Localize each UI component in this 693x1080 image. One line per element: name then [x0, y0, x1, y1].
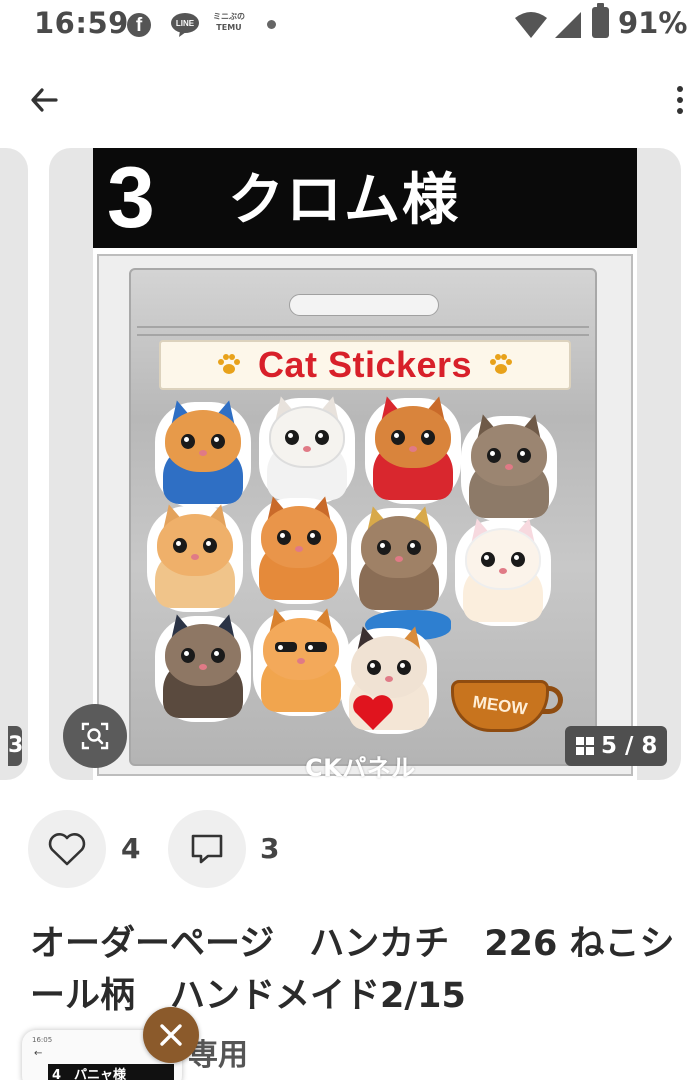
cat-sticker [365, 393, 461, 504]
bag-hang-hole [289, 294, 439, 316]
image-counter-text: 5 / 8 [601, 733, 658, 759]
current-image-card[interactable]: 3 クロム様 Cat Stickers MEOW CKパネル 5 / 8 [49, 148, 681, 780]
cat-sticker [455, 515, 551, 626]
close-floating-button[interactable] [143, 1007, 199, 1063]
image-carousel[interactable]: 3 3 クロム様 Cat Stickers MEOW CKパネル 5 / 8 [0, 148, 693, 780]
cat-sticker [155, 611, 251, 722]
more-vertical-icon [677, 86, 683, 92]
comment-count: 3 [260, 832, 280, 865]
cat-sticker [147, 501, 243, 612]
svg-text:LINE: LINE [176, 19, 195, 28]
grid-icon [576, 737, 594, 755]
battery-icon [592, 3, 609, 38]
sticker-title: Cat Stickers [257, 344, 473, 385]
cat-sticker [155, 397, 251, 508]
image-search-button[interactable] [63, 704, 127, 768]
image-counter-badge[interactable]: 5 / 8 [565, 726, 668, 766]
arrow-left-icon [31, 88, 58, 112]
wifi-icon [515, 12, 547, 38]
previous-image-badge: 3 [8, 726, 23, 766]
facebook-icon: f [127, 13, 151, 37]
cat-stickers: MEOW [147, 393, 575, 750]
mini-order-banner: 4 パニャ様 [48, 1064, 174, 1080]
cat-sticker [461, 411, 557, 522]
bag-zip-seal [137, 326, 589, 336]
cat-sticker [253, 605, 349, 716]
image-search-icon [81, 722, 109, 750]
cat-sticker [259, 393, 355, 504]
paw-icon [217, 354, 240, 374]
status-bar: 16:59 f LINE ミニぶの TEMU 91% [0, 0, 693, 52]
comment-button[interactable] [168, 810, 246, 888]
comment-icon [191, 834, 223, 864]
sticker-bag: Cat Stickers MEOW [129, 268, 597, 766]
temu-icon: ミニぶの TEMU [213, 12, 245, 32]
meow-cup: MEOW [451, 662, 563, 734]
heart-outline-icon [48, 833, 86, 866]
battery-percent: 91% [618, 6, 688, 40]
signal-icon [555, 12, 581, 38]
mini-back-icon: ← [34, 1048, 43, 1059]
cat-sticker [351, 503, 447, 614]
mini-status-time: 16:05 [32, 1036, 53, 1044]
line-icon: LINE [171, 13, 199, 37]
heart-icon [353, 695, 393, 730]
back-button[interactable] [22, 78, 66, 122]
like-button[interactable] [28, 810, 106, 888]
notification-dot-icon [267, 20, 276, 29]
product-image[interactable]: 3 クロム様 Cat Stickers MEOW CKパネル [93, 148, 637, 780]
paw-icon [490, 354, 513, 374]
order-name: クロム様 [228, 168, 460, 233]
order-banner: 3 クロム様 [93, 148, 637, 248]
previous-image-card[interactable]: 3 [0, 148, 28, 780]
cat-sticker [251, 493, 347, 604]
status-time: 16:59 [34, 6, 129, 40]
watermark-text: CKパネル [305, 754, 416, 780]
order-number: 3 [107, 150, 155, 246]
close-icon [160, 1024, 182, 1046]
sticker-label: Cat Stickers [159, 340, 571, 390]
item-title: オーダーページ ハンカチ 226 ねこシール柄 ハンドメイド2/15 [30, 924, 675, 1016]
more-options-button[interactable] [668, 78, 692, 122]
like-count: 4 [121, 832, 141, 865]
